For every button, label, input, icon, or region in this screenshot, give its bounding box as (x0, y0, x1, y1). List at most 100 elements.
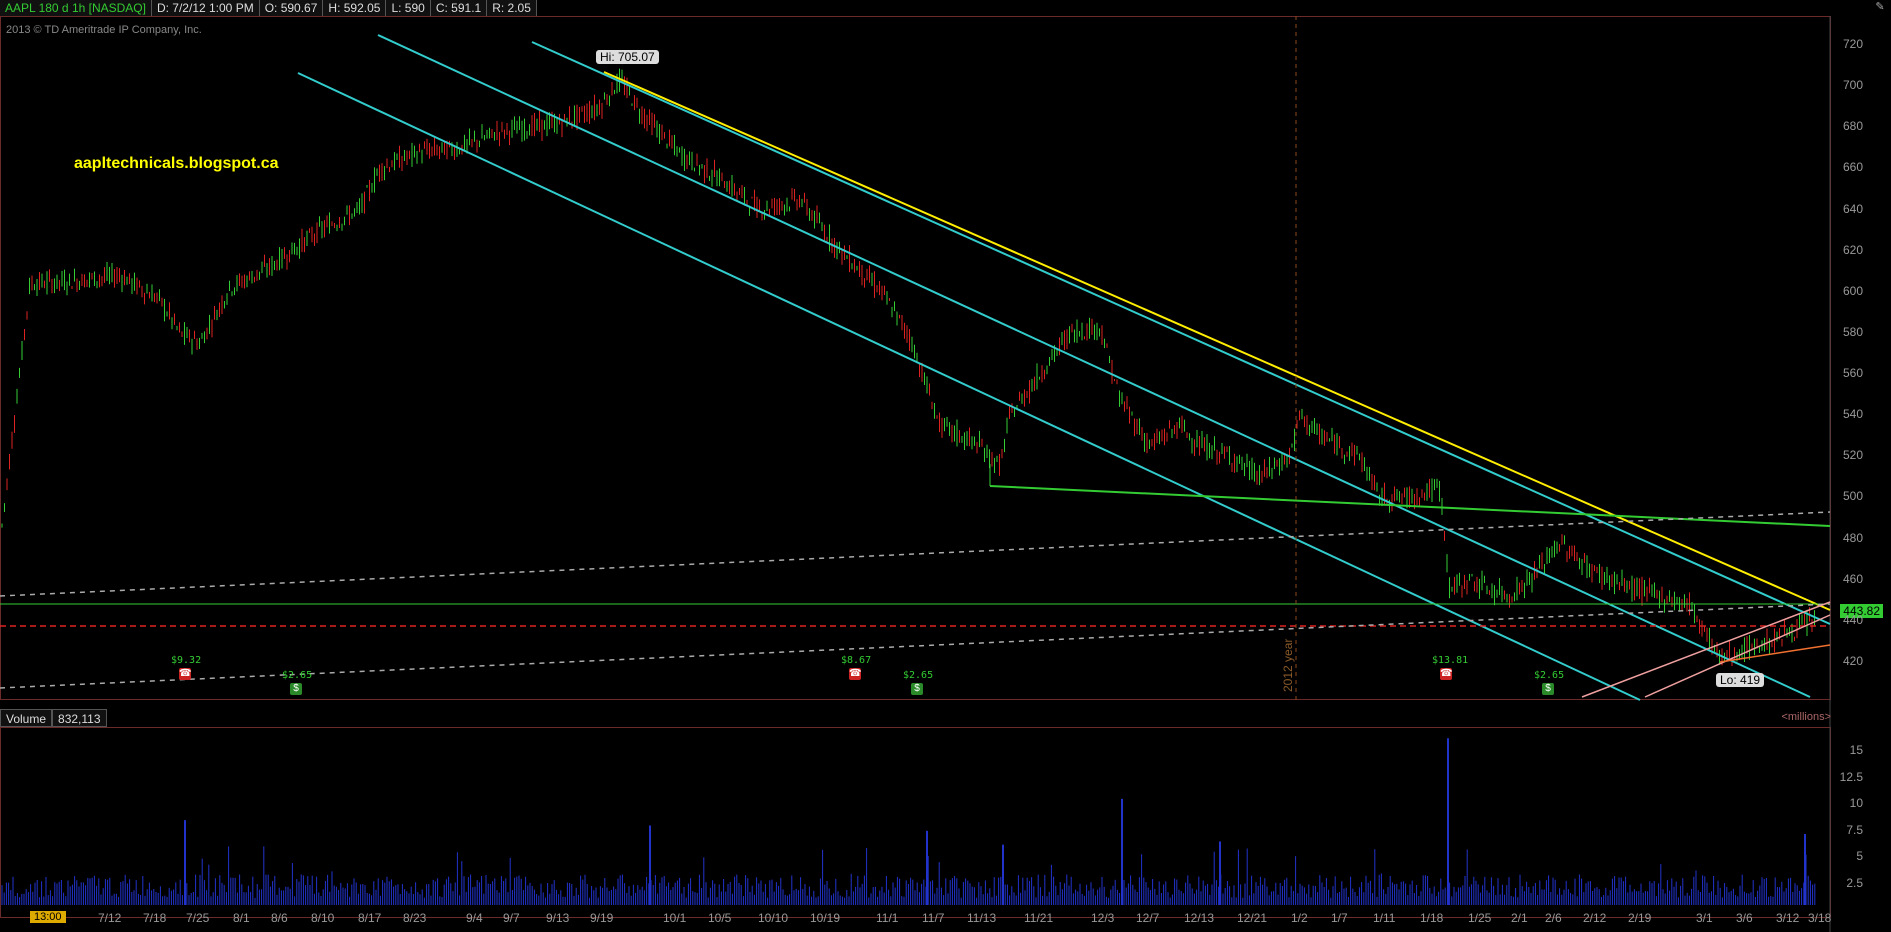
price-tick-label: 500 (1842, 489, 1863, 504)
channel-upper-line (531, 41, 1831, 625)
volume-tick-label: 5 (1856, 849, 1863, 864)
date-tick-label: 9/7 (503, 911, 520, 925)
quote-header: AAPL 180 d 1h [NASDAQ] D: 7/2/12 1:00 PM… (0, 0, 537, 16)
date-tick-label: 8/1 (233, 911, 250, 925)
date-tick-label: 1/7 (1331, 911, 1348, 925)
phone-icon[interactable]: ☎ (179, 668, 191, 680)
date-tick-label: 10/19 (810, 911, 841, 925)
date-tick-label: 1/25 (1468, 911, 1492, 925)
date-tick-label: 3/1 (1696, 911, 1713, 925)
high-badge: Hi: 705.07 (596, 50, 659, 64)
date-tick-label: 12/21 (1237, 911, 1268, 925)
bar-close: C: 591.1 (430, 0, 488, 16)
channel-lower-line (297, 72, 1641, 701)
price-tick-label: 420 (1842, 654, 1863, 668)
date-tick-label: 3/6 (1736, 911, 1753, 925)
date-tick-label: 10/10 (758, 911, 789, 925)
price-tick-label: 440 (1842, 612, 1863, 627)
chart-window: 2012 year AAPL 180 d 1h [NASDAQ] D: 7/2/… (0, 0, 1891, 932)
date-tick-label: 8/10 (311, 911, 335, 925)
date-tick-label: 11/13 (967, 911, 997, 925)
volume-tick-label: 2.5 (1846, 876, 1863, 890)
price-tick-label: 580 (1842, 324, 1863, 339)
date-tick-label: 1/11 (1373, 911, 1396, 925)
date-tick-label: 8/17 (358, 911, 382, 925)
phone-icon[interactable]: ☎ (1440, 668, 1452, 680)
bar-date: D: 7/2/12 1:00 PM (151, 0, 260, 16)
time-badge: 13:00 (30, 911, 66, 923)
yellow-trend-line (603, 71, 1831, 611)
dividend-marker[interactable]: $2.65 (903, 670, 933, 681)
date-tick-label: 9/4 (466, 911, 483, 925)
date-tick-label: 10/5 (708, 911, 732, 925)
volume-tick-label: 7.5 (1846, 822, 1863, 837)
low-badge: Lo: 419 (1716, 673, 1765, 687)
date-tick-label: 10/1 (663, 911, 687, 925)
volume-tick-label: 12.5 (1839, 769, 1863, 784)
price-tick-label: 520 (1842, 448, 1863, 463)
date-tick-label: 11/1 (876, 911, 899, 925)
copyright-text: 2013 © TD Ameritrade IP Company, Inc. (6, 24, 202, 36)
gray-dashed-upper (0, 511, 1831, 597)
price-tick-label: 480 (1842, 530, 1863, 545)
dividend-marker[interactable]: $2.65 (282, 670, 312, 681)
dollar-icon[interactable]: $ (1542, 683, 1554, 695)
date-tick-label: 7/18 (143, 911, 167, 925)
price-tick-label: 460 (1842, 571, 1863, 586)
bar-high: H: 592.05 (323, 0, 387, 16)
pink-line-1 (1581, 601, 1831, 698)
date-tick-label: 2/6 (1545, 911, 1562, 925)
price-tick-label: 720 (1842, 37, 1863, 51)
price-tick-label: 560 (1842, 366, 1863, 381)
price-tick-label: 640 (1842, 201, 1863, 216)
price-tick-label: 660 (1842, 160, 1863, 175)
volume-units: <millions> (1781, 711, 1831, 723)
volume-value: 832,113 (52, 709, 107, 727)
price-panel-frame (0, 16, 1831, 700)
date-tick-label: 2/1 (1511, 911, 1528, 925)
date-tick-label: 8/23 (403, 911, 427, 925)
date-tick-label: 7/25 (186, 911, 210, 925)
year-marker: 2012 year (1281, 639, 1295, 692)
volume-label[interactable]: Volume (0, 709, 53, 727)
dollar-icon[interactable]: $ (290, 683, 302, 695)
bar-open: O: 590.67 (259, 0, 324, 16)
volume-tick-label: 10 (1849, 796, 1863, 811)
blog-watermark: aapltechnicals.blogspot.ca (74, 155, 279, 172)
date-tick-label: 12/3 (1091, 911, 1115, 925)
price-tick-label: 540 (1842, 407, 1863, 422)
price-chart[interactable]: 2012 year (0, 0, 1891, 932)
bar-low: L: 590 (386, 0, 431, 16)
date-tick-label: 8/6 (271, 911, 288, 925)
date-tick-label: 12/13 (1184, 911, 1215, 925)
earnings-marker[interactable]: $13.81 (1432, 655, 1468, 666)
date-tick-label: 3/18 (1808, 911, 1832, 925)
volume-header: Volume 832,113 (0, 709, 107, 727)
symbol-label[interactable]: AAPL 180 d 1h [NASDAQ] (0, 0, 152, 16)
date-tick-label: 1/18 (1420, 911, 1444, 925)
date-tick-label: 3/12 (1776, 911, 1800, 925)
earnings-marker[interactable]: $8.67 (841, 655, 871, 666)
date-tick-label: 2/12 (1583, 911, 1607, 925)
date-tick-label: 9/13 (546, 911, 570, 925)
edit-icon[interactable]: ✎ (1869, 0, 1891, 14)
price-tick-label: 700 (1842, 78, 1863, 93)
bar-range: R: 2.05 (487, 0, 537, 16)
date-tick-label: 1/2 (1291, 911, 1308, 925)
channel-mid-line (377, 34, 1811, 698)
dividend-marker[interactable]: $2.65 (1534, 670, 1564, 681)
date-tick-label: 2/19 (1628, 911, 1652, 925)
volume-tick-label: 15 (1849, 743, 1863, 757)
apple-logo-icon (10, 30, 58, 86)
price-tick-label: 620 (1842, 242, 1863, 257)
price-tick-label: 600 (1842, 283, 1863, 298)
date-tick-label: 12/7 (1136, 911, 1160, 925)
dollar-icon[interactable]: $ (911, 683, 923, 695)
date-tick-label: 9/19 (590, 911, 614, 925)
earnings-marker[interactable]: $9.32 (171, 655, 201, 666)
phone-icon[interactable]: ☎ (849, 668, 861, 680)
date-tick-label: 11/7 (922, 911, 945, 925)
date-tick-label: 11/21 (1024, 911, 1054, 925)
price-tick-label: 680 (1842, 119, 1863, 134)
date-tick-label: 7/12 (98, 911, 122, 925)
